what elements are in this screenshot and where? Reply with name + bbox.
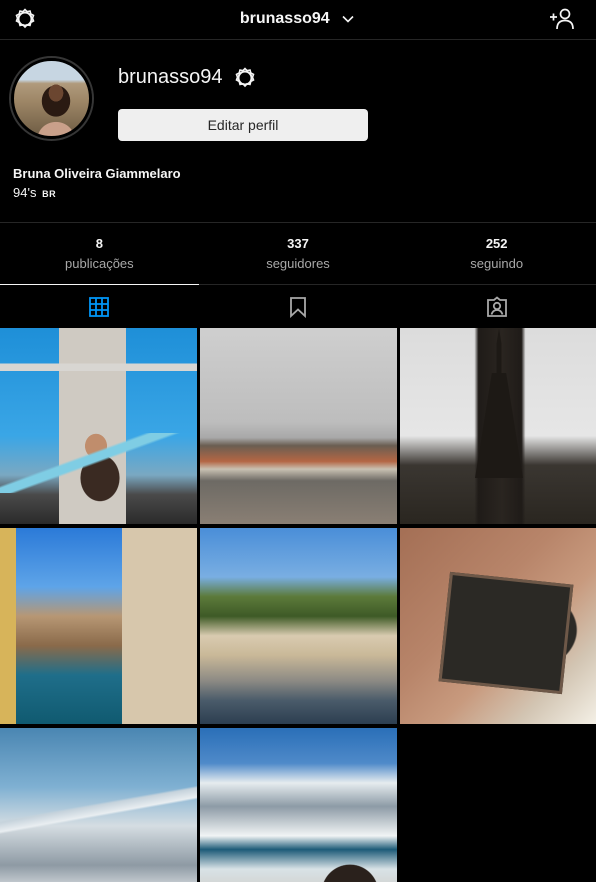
profile-stats: 8 publicações 337 seguidores 252 seguind… — [0, 222, 596, 284]
profile-tabs — [0, 284, 596, 328]
header-username: brunasso94 — [239, 10, 330, 27]
bio: 94's BR — [13, 185, 56, 200]
bookmark-icon — [290, 296, 306, 318]
stat-posts[interactable]: 8 publicações — [0, 223, 199, 284]
stat-followers[interactable]: 337 seguidores — [199, 223, 398, 284]
post-thumbnail[interactable] — [0, 328, 197, 524]
stat-label: seguindo — [470, 256, 524, 271]
stat-label: publicações — [65, 256, 134, 271]
account-switcher[interactable]: brunasso94 — [0, 0, 596, 38]
stat-value: 8 — [95, 236, 103, 251]
post-thumbnail[interactable] — [400, 528, 596, 724]
tagged-icon — [486, 295, 507, 317]
avatar-image — [11, 58, 92, 139]
post-thumbnail[interactable] — [0, 728, 197, 882]
post-thumbnail[interactable] — [200, 728, 397, 882]
tab-tagged[interactable] — [397, 285, 596, 328]
edit-profile-button[interactable]: Editar perfil — [118, 109, 368, 141]
stat-label: seguidores — [266, 256, 330, 271]
stat-following[interactable]: 252 seguindo — [397, 223, 596, 284]
tab-posts[interactable] — [0, 284, 199, 328]
post-thumbnail[interactable] — [400, 328, 596, 524]
bio-text: 94's — [13, 185, 37, 200]
add-user-icon[interactable] — [548, 6, 576, 32]
gear-icon[interactable] — [233, 66, 257, 90]
tab-saved[interactable] — [199, 285, 398, 328]
bio-flag: BR — [42, 189, 57, 199]
post-thumbnail[interactable] — [200, 328, 397, 524]
post-thumbnail[interactable] — [200, 528, 397, 724]
chevron-down-icon — [342, 15, 354, 23]
profile-avatar[interactable] — [9, 56, 94, 141]
stat-value: 252 — [485, 236, 508, 251]
post-thumbnail[interactable] — [0, 528, 197, 724]
grid-icon — [89, 296, 110, 317]
top-bar: brunasso94 — [0, 0, 596, 40]
profile-username: brunasso94 — [118, 66, 223, 88]
stat-value: 337 — [287, 236, 309, 251]
full-name: Bruna Oliveira Giammelaro — [13, 166, 181, 181]
posts-grid — [0, 328, 596, 882]
